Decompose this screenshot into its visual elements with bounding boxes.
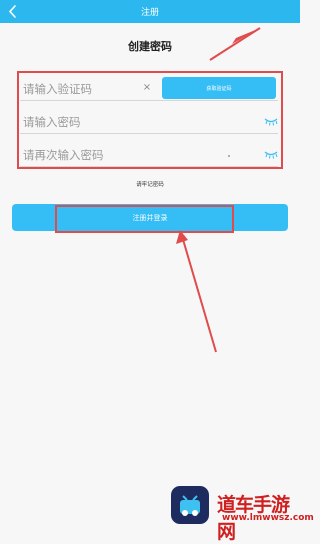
annotation-arrow-bottom	[176, 230, 217, 353]
password-confirm-field	[20, 142, 278, 167]
clear-icon[interactable]: ×	[142, 82, 152, 94]
password-field	[20, 109, 278, 134]
password-input[interactable]	[23, 113, 203, 131]
get-code-button[interactable]: 获取验证码	[162, 77, 276, 99]
eye-closed-icon[interactable]	[264, 149, 278, 159]
header-title: 注册	[140, 8, 159, 18]
watermark-logo	[171, 486, 209, 524]
verification-code-field: × 获取验证码	[20, 76, 278, 101]
register-login-button[interactable]: 注册并登录	[12, 204, 288, 231]
top-bar: 注册	[0, 0, 300, 23]
eye-closed-icon[interactable]	[264, 116, 278, 126]
password-confirm-input[interactable]	[23, 146, 203, 164]
password-note: 请牢记密码	[136, 182, 164, 188]
cursor-dot	[228, 155, 230, 157]
page-title: 创建密码	[128, 40, 172, 53]
watermark-url: www.lmwwsz.com	[222, 513, 314, 523]
